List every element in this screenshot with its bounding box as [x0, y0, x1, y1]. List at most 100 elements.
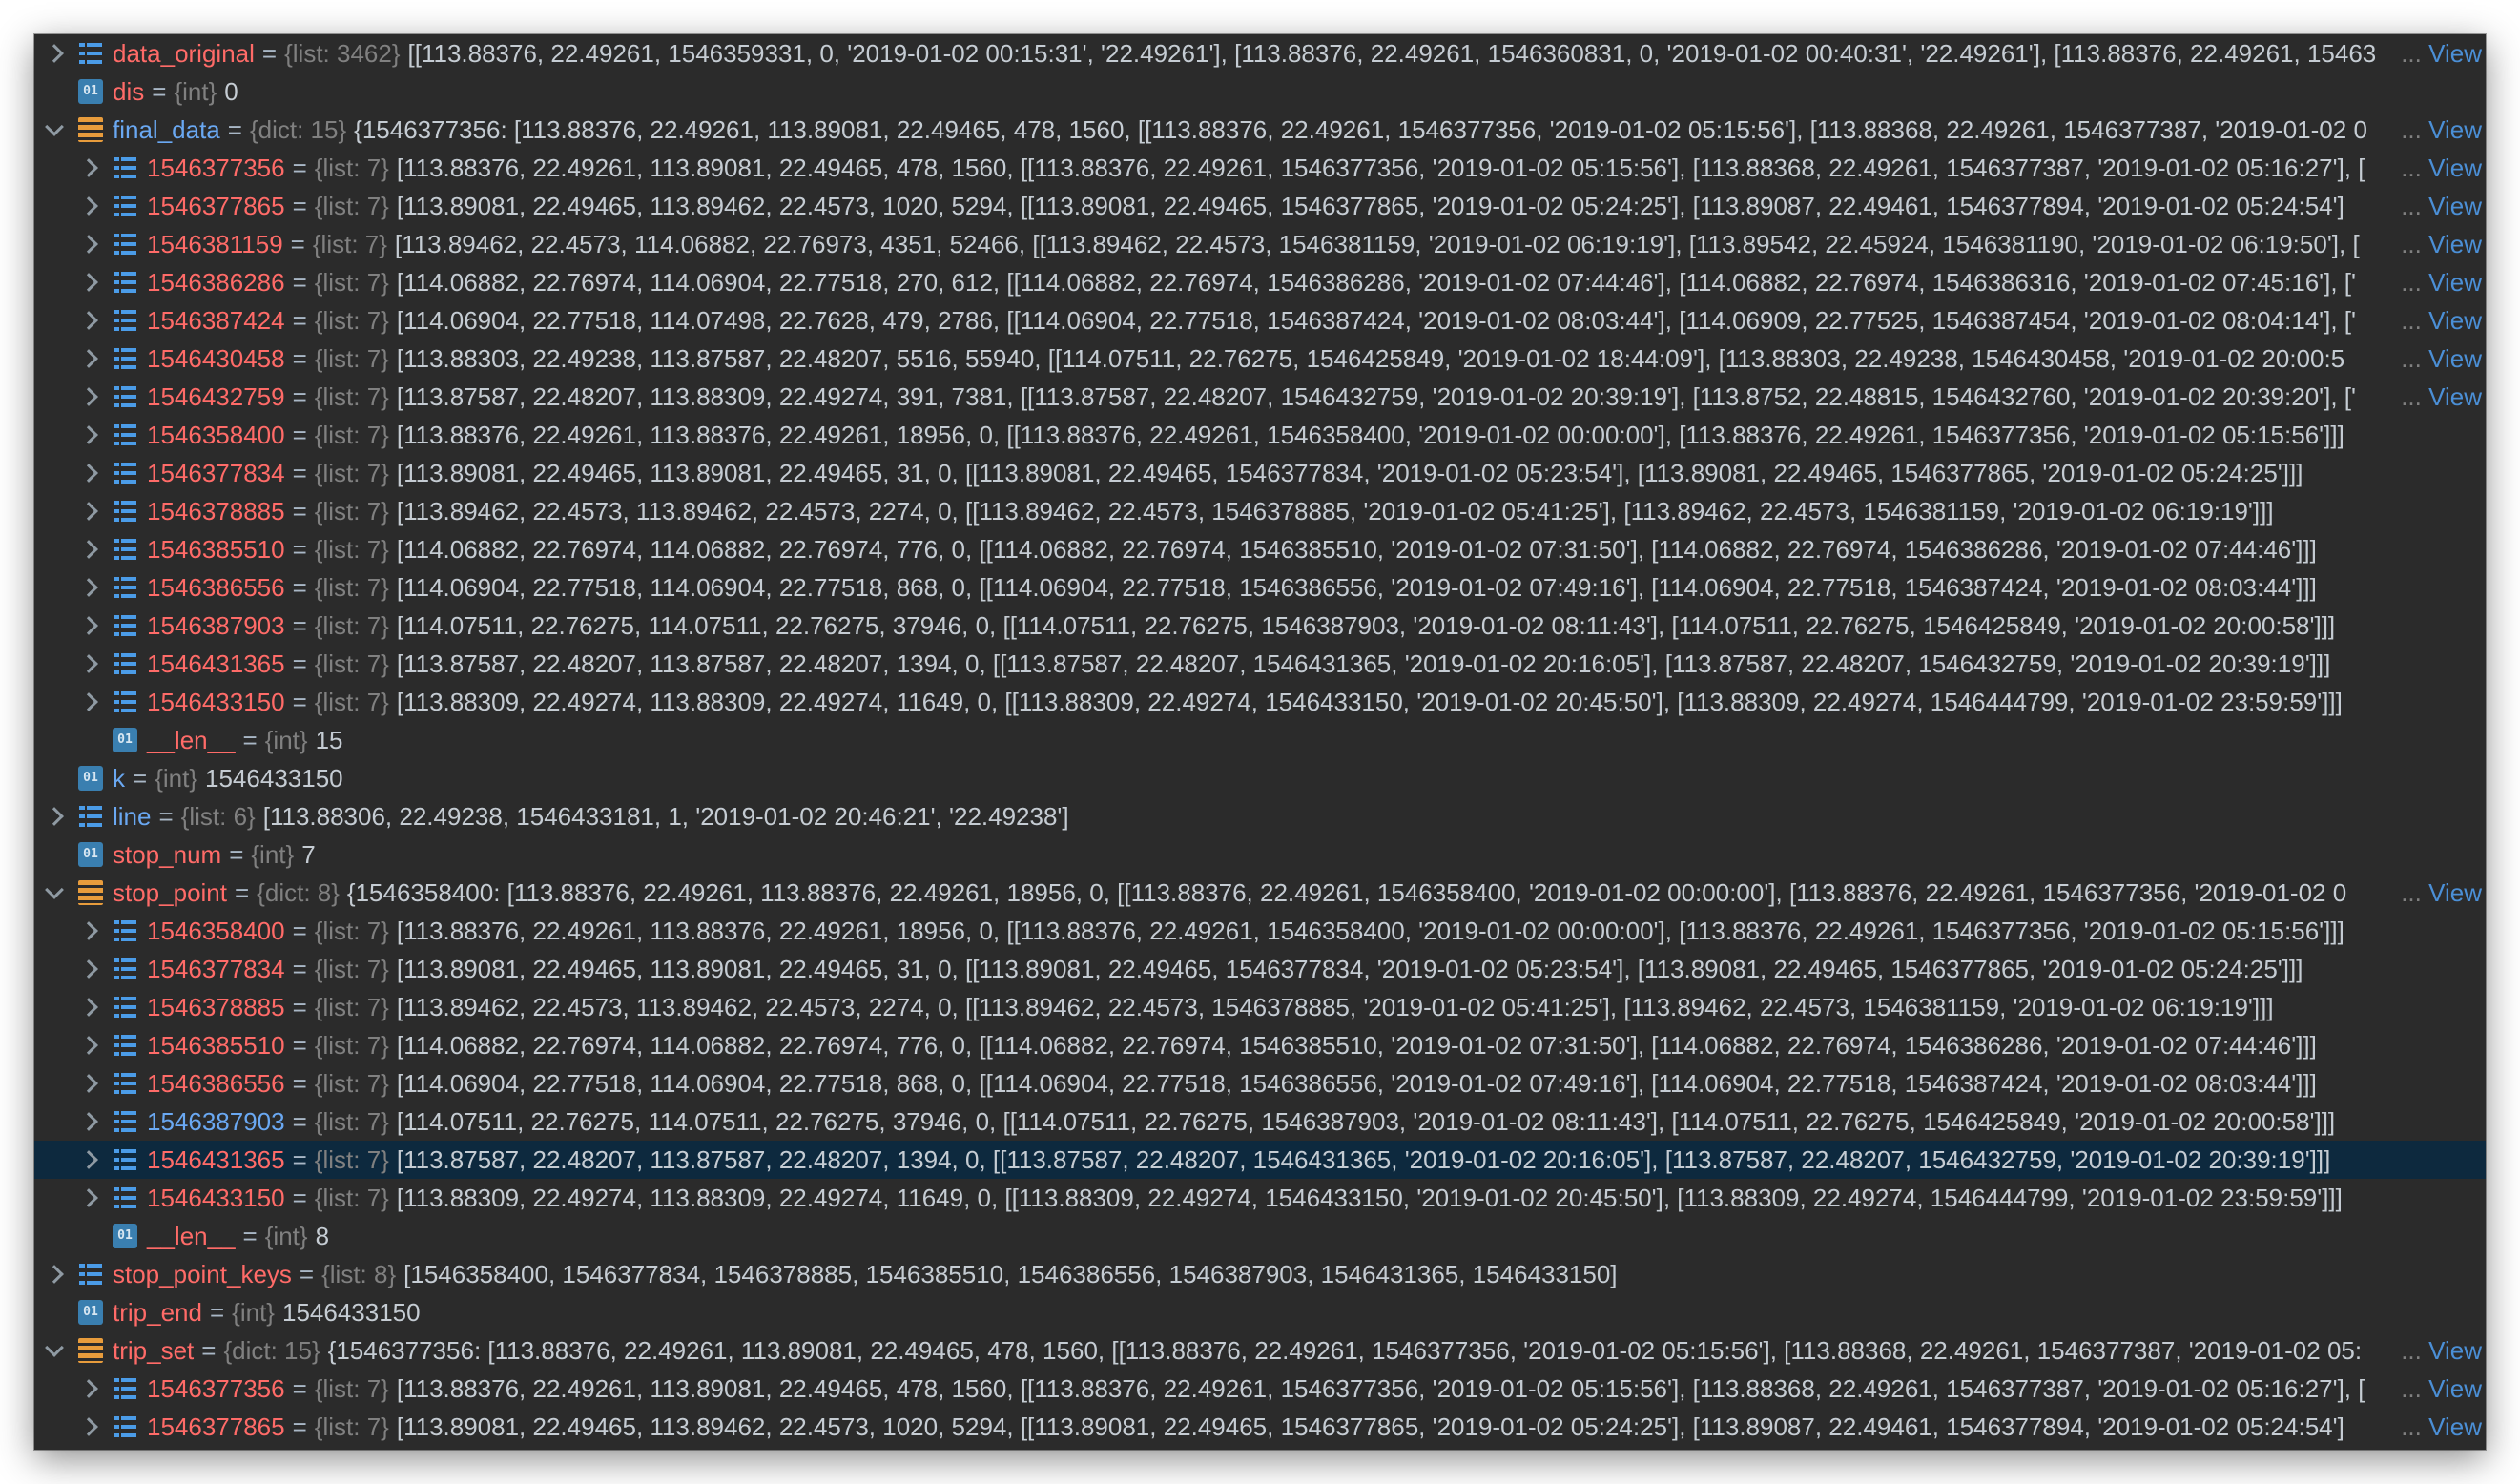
variable-row[interactable]: 1546377834 = {list: 7} [113.89081, 22.49465… — [34, 950, 2486, 988]
chevron-right-icon[interactable] — [79, 235, 98, 254]
chevron-right-icon[interactable] — [79, 1112, 98, 1131]
chevron-right-icon[interactable] — [79, 1417, 98, 1436]
view-label[interactable]: View — [2428, 1412, 2482, 1441]
chevron-right-icon[interactable] — [79, 349, 98, 368]
chevron-down-icon[interactable] — [45, 880, 64, 899]
variable-row[interactable]: 1546433150 = {list: 7} [113.88309, 22.49274… — [34, 1179, 2486, 1217]
chevron-right-icon[interactable] — [79, 654, 98, 673]
chevron-right-icon[interactable] — [79, 464, 98, 483]
view-link[interactable]: ... View — [2399, 1331, 2482, 1370]
variable-row[interactable]: 1546432759 = {list: 7} [113.87587, 22.48207… — [34, 378, 2486, 416]
equals-sign: = — [292, 305, 307, 335]
variable-row[interactable]: final_data = {dict: 15} {1546377356: [113.8… — [34, 111, 2486, 149]
chevron-right-icon[interactable] — [79, 540, 98, 559]
variable-row[interactable]: 01 dis = {int} 0 — [34, 72, 2486, 111]
list-type-icon — [113, 155, 137, 180]
variable-row[interactable]: 1546387903 = {list: 7} [114.07511, 22.76275… — [34, 607, 2486, 645]
variable-row[interactable]: 1546378885 = {list: 7} [113.89462, 22.4573,… — [34, 988, 2486, 1026]
variable-row[interactable]: 1546431365 = {list: 7} [113.87587, 22.48207… — [34, 645, 2486, 683]
list-type-icon — [113, 423, 137, 447]
chevron-right-icon[interactable] — [45, 807, 64, 826]
variable-row[interactable]: 1546385510 = {list: 7} [114.06882, 22.76974… — [34, 530, 2486, 568]
variable-row[interactable]: 1546387424 = {list: 7} [114.06904, 22.77518… — [34, 301, 2486, 340]
variable-row[interactable]: stop_point = {dict: 8} {1546358400: [113.88… — [34, 874, 2486, 912]
variable-row[interactable]: 1546386556 = {list: 7} [114.06904, 22.77518… — [34, 568, 2486, 607]
view-link[interactable]: ... View — [2399, 149, 2482, 187]
chevron-right-icon[interactable] — [79, 1150, 98, 1169]
variable-row[interactable]: 1546377834 = {list: 7} [113.89081, 22.49465… — [34, 454, 2486, 492]
view-link[interactable]: ... View — [2399, 263, 2482, 301]
view-label[interactable]: View — [2428, 115, 2482, 144]
variable-row[interactable]: 1546430458 = {list: 7} [113.88303, 22.49238… — [34, 340, 2486, 378]
view-label[interactable]: View — [2428, 230, 2482, 258]
variable-row[interactable]: 1546358400 = {list: 7} [113.88376, 22.49261… — [34, 912, 2486, 950]
chevron-right-icon[interactable] — [79, 1379, 98, 1398]
view-link[interactable]: ... View — [2399, 874, 2482, 912]
chevron-right-icon[interactable] — [79, 692, 98, 711]
chevron-right-icon[interactable] — [79, 921, 98, 940]
variable-row[interactable]: 1546433150 = {list: 7} [113.88309, 22.49274… — [34, 683, 2486, 721]
view-label[interactable]: View — [2428, 268, 2482, 297]
chevron-right-icon[interactable] — [79, 578, 98, 597]
view-link[interactable]: ... View — [2399, 340, 2482, 378]
variable-row[interactable]: 1546386286 = {list: 7} [114.06882, 22.76974… — [34, 263, 2486, 301]
chevron-right-icon[interactable] — [45, 44, 64, 63]
chevron-down-icon[interactable] — [45, 1338, 64, 1357]
view-link[interactable]: ... View — [2399, 301, 2482, 340]
chevron-right-icon[interactable] — [79, 1074, 98, 1093]
view-link[interactable]: ... View — [2399, 225, 2482, 263]
chevron-right-icon[interactable] — [79, 998, 98, 1017]
chevron-right-icon[interactable] — [79, 387, 98, 406]
chevron-right-icon[interactable] — [79, 1188, 98, 1207]
chevron-right-icon[interactable] — [79, 196, 98, 216]
variable-row[interactable]: 1546377865 = {list: 7} [113.89081, 22.49465… — [34, 187, 2486, 225]
view-label[interactable]: View — [2428, 306, 2482, 335]
variable-row[interactable]: 01 __len__ = {int} 15 — [34, 721, 2486, 759]
variable-row[interactable]: 1546381159 = {list: 7} [113.89462, 22.4573,… — [34, 225, 2486, 263]
variable-row[interactable]: line = {list: 6} [113.88306, 22.49238, 1546… — [34, 797, 2486, 835]
variable-row[interactable]: 01 stop_num = {int} 7 — [34, 835, 2486, 874]
variable-row[interactable]: 1546431365 = {list: 7} [113.87587, 22.48207… — [34, 1141, 2486, 1179]
variable-row[interactable]: trip_set = {dict: 15} {1546377356: [113.883… — [34, 1331, 2486, 1370]
variable-row[interactable]: 1546377865 = {list: 7} [113.89081, 22.49465… — [34, 1408, 2486, 1446]
view-link[interactable]: ... View — [2399, 378, 2482, 416]
variable-row[interactable]: 1546378885 = {list: 7} [113.89462, 22.4573,… — [34, 492, 2486, 530]
list-type-icon — [113, 651, 137, 676]
variable-row[interactable]: 1546377356 = {list: 7} [113.88376, 22.49261… — [34, 1370, 2486, 1408]
variable-row[interactable]: 01 __len__ = {int} 8 — [34, 1217, 2486, 1255]
chevron-right-icon[interactable] — [79, 1036, 98, 1055]
variable-row[interactable]: 01 trip_end = {int} 1546433150 — [34, 1293, 2486, 1331]
chevron-right-icon[interactable] — [79, 616, 98, 635]
chevron-right-icon[interactable] — [79, 502, 98, 521]
chevron-right-icon[interactable] — [79, 273, 98, 292]
variable-row[interactable]: 01 k = {int} 1546433150 — [34, 759, 2486, 797]
chevron-right-icon[interactable] — [79, 959, 98, 979]
chevron-right-icon[interactable] — [45, 1265, 64, 1284]
variable-row[interactable]: 1546386556 = {list: 7} [114.06904, 22.77518… — [34, 1064, 2486, 1103]
view-label[interactable]: View — [2428, 1336, 2482, 1365]
view-link[interactable]: ... View — [2399, 1370, 2482, 1408]
chevron-right-icon[interactable] — [79, 158, 98, 177]
variable-row[interactable]: 1546385510 = {list: 7} [114.06882, 22.76974… — [34, 1026, 2486, 1064]
variable-row[interactable]: 1546358400 = {list: 7} [113.88376, 22.49261… — [34, 416, 2486, 454]
view-label[interactable]: View — [2428, 878, 2482, 907]
view-link[interactable]: ... View — [2399, 1408, 2482, 1446]
view-link[interactable]: ... View — [2399, 111, 2482, 149]
chevron-right-icon[interactable] — [79, 311, 98, 330]
view-label[interactable]: View — [2428, 154, 2482, 182]
view-label[interactable]: View — [2428, 382, 2482, 411]
view-label[interactable]: View — [2428, 192, 2482, 220]
variable-row[interactable]: stop_point_keys = {list: 8} [1546358400, 15… — [34, 1255, 2486, 1293]
chevron-down-icon[interactable] — [45, 117, 64, 136]
view-label[interactable]: View — [2428, 344, 2482, 373]
view-link[interactable]: ... View — [2399, 34, 2482, 72]
view-link[interactable]: ... View — [2399, 187, 2482, 225]
view-label[interactable]: View — [2428, 1374, 2482, 1403]
chevron-right-icon[interactable] — [79, 425, 98, 444]
equals-sign: = — [292, 343, 307, 373]
variable-row[interactable]: 1546387903 = {list: 7} [114.07511, 22.76275… — [34, 1103, 2486, 1141]
variable-row[interactable]: data_original = {list: 3462} [[113.88376, 2… — [34, 34, 2486, 72]
dict-type-icon — [78, 880, 103, 905]
variable-row[interactable]: 1546377356 = {list: 7} [113.88376, 22.49261… — [34, 149, 2486, 187]
view-label[interactable]: View — [2428, 39, 2482, 68]
